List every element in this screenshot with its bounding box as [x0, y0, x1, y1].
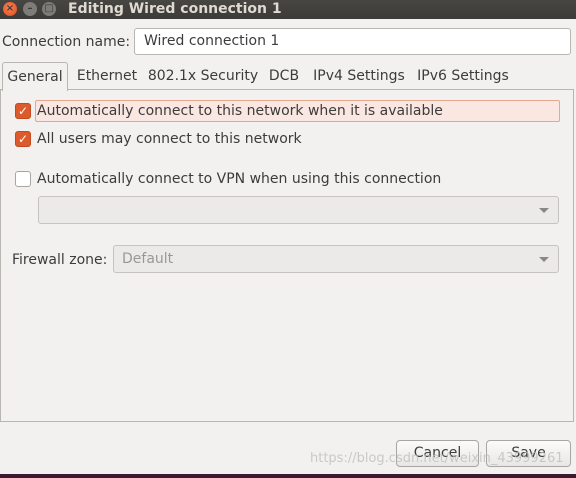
watermark-text: https://blog.csdn.net/weixin_43999261 — [310, 451, 564, 466]
tab-ipv6-settings[interactable]: IPv6 Settings — [412, 62, 514, 90]
vpn-auto-checkbox[interactable] — [15, 171, 31, 187]
firewall-zone-value: Default — [122, 251, 174, 267]
window-title: Editing Wired connection 1 — [68, 1, 282, 17]
minimize-icon[interactable]: – — [23, 2, 37, 16]
all-users-row[interactable]: ✓ All users may connect to this network — [15, 128, 560, 150]
auto-connect-checkbox[interactable]: ✓ — [15, 103, 31, 119]
all-users-checkbox[interactable]: ✓ — [15, 131, 31, 147]
desktop-strip — [0, 474, 576, 478]
chevron-down-icon — [539, 208, 549, 213]
connection-name-input[interactable]: Wired connection 1 — [134, 28, 571, 55]
close-icon[interactable]: × — [3, 2, 17, 16]
title-bar: × – □ Editing Wired connection 1 — [0, 0, 576, 19]
firewall-zone-label: Firewall zone: — [12, 252, 108, 268]
tab-ipv4-settings[interactable]: IPv4 Settings — [308, 62, 410, 90]
vpn-auto-row[interactable]: Automatically connect to VPN when using … — [15, 168, 560, 190]
vpn-select[interactable] — [38, 196, 559, 224]
auto-connect-label: Automatically connect to this network wh… — [37, 103, 443, 119]
tab-general[interactable]: General — [2, 62, 68, 91]
firewall-zone-select[interactable]: Default — [113, 245, 559, 273]
chevron-down-icon — [539, 257, 549, 262]
all-users-label: All users may connect to this network — [37, 131, 302, 147]
vpn-auto-label: Automatically connect to VPN when using … — [37, 171, 442, 187]
tab-bar: General Ethernet 802.1x Security DCB IPv… — [0, 62, 576, 91]
connection-name-label: Connection name: — [2, 34, 131, 50]
tab-ethernet[interactable]: Ethernet — [70, 62, 144, 90]
maximize-icon[interactable]: □ — [42, 2, 56, 16]
tab-8021x-security[interactable]: 802.1x Security — [146, 62, 260, 90]
auto-connect-row[interactable]: ✓ Automatically connect to this network … — [15, 100, 560, 122]
tab-dcb[interactable]: DCB — [262, 62, 306, 90]
